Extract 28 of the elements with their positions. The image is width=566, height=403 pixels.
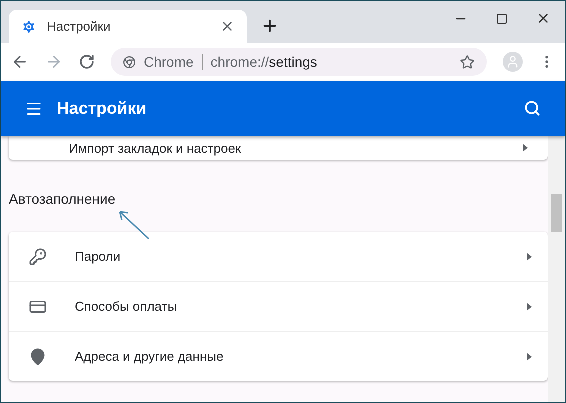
- key-icon: [29, 248, 47, 266]
- maximize-icon[interactable]: [496, 11, 508, 26]
- gear-icon: [21, 18, 37, 34]
- new-tab-icon[interactable]: [261, 17, 279, 35]
- settings-row[interactable]: Пароли: [9, 232, 548, 281]
- section-title: Автозаполнение: [9, 191, 116, 207]
- settings-row[interactable]: Способы оплаты: [9, 281, 548, 331]
- row-label[interactable]: Импорт закладок и настроек: [69, 140, 523, 156]
- chrome-logo-icon: [123, 56, 136, 68]
- map-pin-icon: [29, 348, 47, 366]
- address-bar[interactable]: Chrome chrome://settings: [111, 48, 487, 76]
- caret-icon: [527, 302, 532, 310]
- tab-title: Настройки: [47, 19, 112, 34]
- url-text: chrome://settings: [210, 54, 318, 70]
- reload-icon[interactable]: [79, 54, 95, 70]
- star-icon[interactable]: [460, 54, 475, 70]
- caret-icon: [527, 252, 532, 260]
- annotation-arrow: [117, 209, 151, 241]
- browser-tab[interactable]: Настройки: [9, 10, 247, 43]
- search-icon[interactable]: [524, 100, 541, 117]
- caret-icon: [527, 352, 532, 360]
- site-chip: Chrome: [144, 54, 203, 70]
- caret-icon: [523, 144, 528, 152]
- header-title: Настройки: [57, 98, 148, 118]
- settings-row[interactable]: Адреса и другие данные: [9, 331, 548, 381]
- scrollbar[interactable]: [548, 136, 565, 402]
- close-icon[interactable]: [536, 11, 551, 26]
- close-tab-icon[interactable]: [220, 19, 235, 34]
